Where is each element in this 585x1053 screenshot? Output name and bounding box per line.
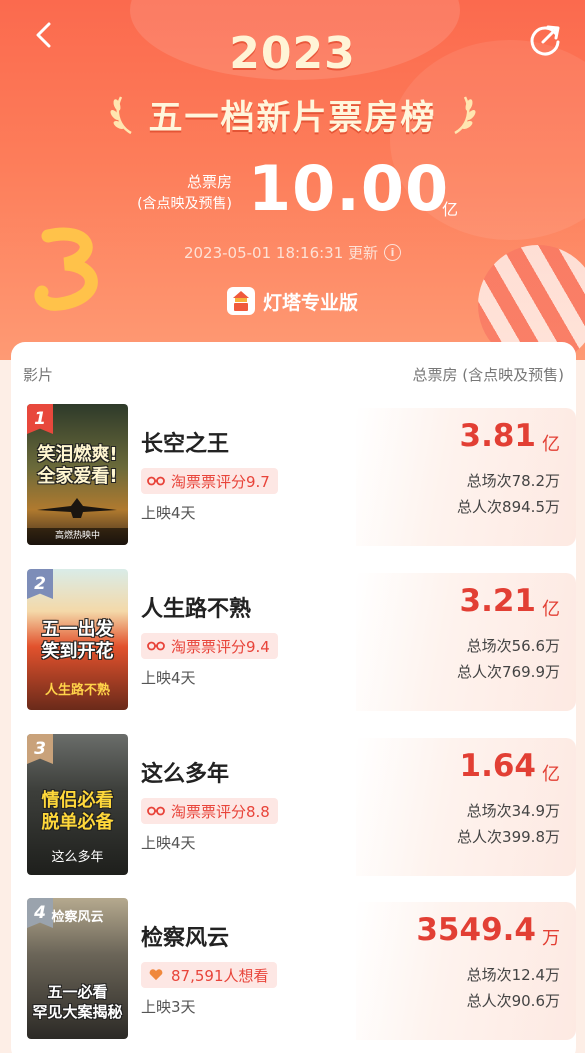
column-header-box-office: 总票房 (含点映及预售) [412, 366, 564, 384]
rating-badge: 淘票票评分9.4 [141, 633, 278, 659]
total-shows: 总场次78.2万 [466, 472, 560, 490]
total-attendance: 总人次90.6万 [466, 992, 560, 1010]
rating-text: 淘票票评分8.8 [171, 802, 270, 821]
release-days: 上映4天 [141, 504, 196, 522]
total-shows: 总场次56.6万 [466, 637, 560, 655]
poster-title: 检察风云 [51, 910, 104, 925]
rating-badge: 淘票票评分9.7 [141, 468, 278, 494]
total-sub-label: (含点映及预售) [137, 196, 232, 212]
list-item[interactable]: 1 笑泪燃爽! 全家爱看! 高燃热映中 长空之王 淘票票评分9.7 上映4天 3.… [11, 404, 576, 552]
total-shows: 总场次12.4万 [466, 966, 560, 984]
rating-text: 淘票票评分9.4 [171, 637, 270, 656]
heart-icon [149, 969, 163, 981]
update-time: 2023-05-01 18:16:31 更新 [183, 244, 379, 262]
rating-badge: 淘票票评分8.8 [141, 798, 278, 824]
rating-text: 淘票票评分9.7 [171, 472, 270, 491]
box-office-value: 3549.4 [416, 912, 536, 948]
lighthouse-logo-icon [226, 287, 255, 315]
page-title: 五一档新片票房榜 [148, 97, 437, 138]
info-icon[interactable]: i [384, 244, 402, 261]
rank-badge: 2 [27, 569, 53, 599]
total-unit: 亿 [442, 200, 459, 219]
total-attendance: 总人次399.8万 [457, 828, 560, 846]
total-attendance: 总人次894.5万 [457, 498, 560, 516]
hero-banner: 2023 五一档新片票房榜 总票房 (含点映及预售) 10.00 亿 2023-… [0, 0, 585, 360]
movie-name[interactable]: 检察风云 [141, 920, 229, 952]
list-item[interactable]: 3 情侣必看 脱单必备 这么多年 这么多年 淘票票评分8.8 上映4天 1.64 … [11, 734, 576, 882]
movie-poster[interactable]: 4 检察风云 五一必看 罕见大案揭秘 [27, 898, 128, 1039]
list-item[interactable]: 2 五一出发 笑到开花 人生路不熟 人生路不熟 淘票票评分9.4 上映4天 3.2… [11, 569, 576, 717]
glasses-icon [147, 806, 165, 816]
poster-tag: 高燃热映中 [27, 528, 128, 545]
ranking-card: 影片 总票房 (含点映及预售) 1 笑泪燃爽! 全家爱看! 高燃热映中 长空之王 … [11, 342, 576, 1053]
movie-poster[interactable]: 3 情侣必看 脱单必备 这么多年 [27, 734, 128, 875]
poster-slogan: 五一必看 罕见大案揭秘 [32, 983, 123, 1021]
brand-name: 灯塔专业版 [262, 291, 358, 314]
box-office-unit: 万 [542, 928, 560, 949]
box-office-unit: 亿 [542, 764, 560, 785]
movie-poster[interactable]: 1 笑泪燃爽! 全家爱看! 高燃热映中 [27, 404, 128, 545]
box-office-unit: 亿 [542, 434, 560, 455]
total-value: 10.00 [248, 152, 450, 225]
list-item[interactable]: 4 检察风云 五一必看 罕见大案揭秘 检察风云 87,591人想看 上映3天 35… [11, 898, 576, 1046]
brand-row: 灯塔专业版 [0, 287, 585, 315]
laurel-left-icon [110, 96, 132, 135]
release-days: 上映3天 [141, 998, 196, 1016]
total-attendance: 总人次769.9万 [457, 663, 560, 681]
release-days: 上映4天 [141, 834, 196, 852]
total-shows: 总场次34.9万 [466, 802, 560, 820]
poster-title: 人生路不熟 [44, 683, 110, 698]
release-days: 上映4天 [141, 669, 196, 687]
rank-badge: 3 [27, 734, 53, 764]
table-header: 影片 总票房 (含点映及预售) [11, 364, 576, 388]
poster-title: 这么多年 [51, 850, 104, 865]
movie-name[interactable]: 人生路不熟 [141, 591, 251, 623]
poster-slogan: 笑泪燃爽! 全家爱看! [37, 444, 118, 487]
glasses-icon [147, 476, 165, 486]
page-year: 2023 [229, 28, 356, 79]
want-to-see-badge: 87,591人想看 [141, 962, 277, 988]
poster-slogan: 五一出发 笑到开花 [41, 619, 114, 662]
update-time-row[interactable]: 2023-05-01 18:16:31 更新 i [0, 242, 585, 263]
page-title-row: 五一档新片票房榜 [0, 86, 585, 142]
movie-name[interactable]: 长空之王 [141, 426, 229, 458]
plane-silhouette-icon [37, 498, 117, 518]
box-office-value: 3.81 [459, 418, 537, 454]
box-office-value: 3.21 [459, 583, 537, 619]
total-label: 总票房 [186, 173, 232, 191]
want-to-see-text: 87,591人想看 [171, 966, 269, 985]
glasses-icon [147, 641, 165, 651]
box-office-value: 1.64 [459, 748, 537, 784]
column-header-movie: 影片 [23, 366, 54, 384]
total-box-office: 总票房 (含点映及预售) 10.00 亿 [0, 150, 585, 230]
poster-slogan: 情侣必看 脱单必备 [41, 790, 114, 833]
laurel-right-icon [453, 96, 475, 135]
rank-badge: 1 [27, 404, 53, 434]
movie-name[interactable]: 这么多年 [141, 756, 229, 788]
box-office-unit: 亿 [542, 599, 560, 620]
movie-poster[interactable]: 2 五一出发 笑到开花 人生路不熟 [27, 569, 128, 710]
